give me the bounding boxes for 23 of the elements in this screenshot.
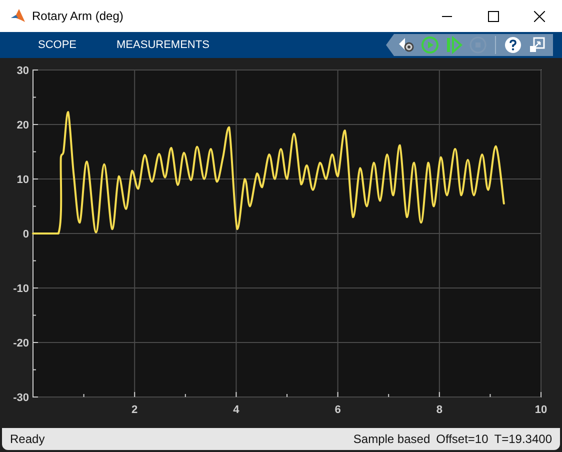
app-logo-icon: [10, 8, 26, 24]
x-tick-label: 8: [436, 404, 442, 416]
y-tick-label: 20: [16, 120, 29, 132]
x-tick-label: 10: [534, 404, 548, 416]
y-tick-label: 30: [16, 65, 29, 77]
x-tick-label: 6: [334, 404, 341, 416]
y-tick-label: 0: [22, 228, 29, 240]
y-tick-label: 10: [16, 174, 29, 186]
toolbar-tab[interactable]: SCOPE: [18, 32, 97, 58]
x-tick-label: 2: [132, 404, 138, 416]
status-detail: T=19.3400: [494, 432, 552, 446]
toolbar-tab[interactable]: MEASUREMENTS: [96, 32, 230, 58]
status-message: Ready: [10, 432, 46, 446]
status-detail: Sample based: [353, 432, 430, 446]
help-button[interactable]: [503, 35, 523, 55]
y-tick-label: -10: [13, 283, 29, 295]
x-tick-label: 4: [233, 404, 240, 416]
status-detail: Offset=10: [436, 432, 488, 446]
y-tick-label: -20: [13, 338, 29, 350]
window-title: Rotary Arm (deg): [32, 9, 124, 23]
maximize-icon[interactable]: [488, 10, 498, 22]
y-tick-label: -30: [13, 392, 29, 404]
close-icon[interactable]: [534, 10, 544, 22]
